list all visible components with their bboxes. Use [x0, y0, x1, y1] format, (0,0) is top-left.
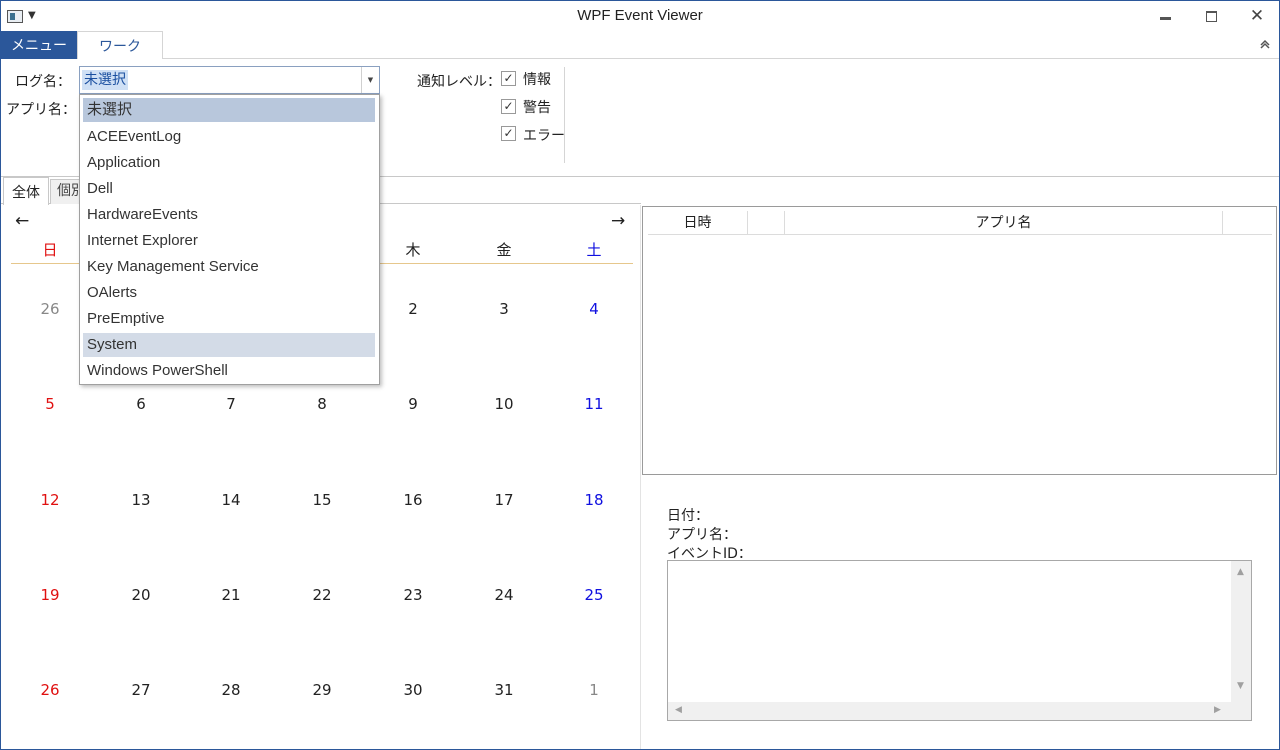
- dropdown-item[interactable]: Application: [83, 151, 375, 175]
- dropdown-item[interactable]: Windows PowerShell: [83, 359, 375, 383]
- calendar-day[interactable]: 15: [282, 491, 362, 509]
- weekday-fri: 金: [496, 241, 512, 259]
- calendar-day[interactable]: 25: [554, 586, 634, 604]
- chevron-down-icon[interactable]: ▼: [361, 67, 379, 93]
- calendar-day[interactable]: 3: [464, 300, 544, 318]
- calendar-day[interactable]: 16: [373, 491, 453, 509]
- dropdown-item[interactable]: 未選択: [83, 98, 375, 122]
- warning-checkbox[interactable]: ✓: [501, 99, 516, 114]
- warning-checkbox-label: 警告: [523, 100, 551, 116]
- calendar-day[interactable]: 28: [191, 681, 271, 699]
- calendar-day[interactable]: 7: [191, 395, 271, 413]
- calendar-day[interactable]: 26: [10, 300, 90, 318]
- calendar-day[interactable]: 12: [10, 491, 90, 509]
- dropdown-item[interactable]: OAlerts: [83, 281, 375, 305]
- calendar-day[interactable]: 13: [101, 491, 181, 509]
- tab-work[interactable]: ワーク: [77, 31, 163, 60]
- calendar-day[interactable]: 18: [554, 491, 634, 509]
- window-title: WPF Event Viewer: [577, 7, 703, 24]
- tab-all[interactable]: 全体: [3, 177, 49, 205]
- calendar-day[interactable]: 2: [373, 300, 453, 318]
- collapse-ribbon-icon[interactable]: [1259, 37, 1271, 49]
- dropdown-item[interactable]: HardwareEvents: [83, 203, 375, 227]
- calendar-day[interactable]: 24: [464, 586, 544, 604]
- maximize-button[interactable]: [1188, 1, 1234, 31]
- calendar-day[interactable]: 11: [554, 395, 634, 413]
- dropdown-item[interactable]: Key Management Service: [83, 255, 375, 279]
- calendar-day[interactable]: 31: [464, 681, 544, 699]
- notify-level-label: 通知レベル：: [417, 74, 501, 90]
- dropdown-item[interactable]: PreEmptive: [83, 307, 375, 331]
- column-header-level[interactable]: [748, 211, 785, 235]
- weekday-sat: 土: [586, 241, 602, 259]
- app-window: ▼ WPF Event Viewer ✕ メニュー ワーク ログ名： アプリ名：…: [0, 0, 1280, 750]
- scroll-down-icon[interactable]: ▼: [1237, 681, 1244, 691]
- calendar-day[interactable]: 19: [10, 586, 90, 604]
- info-checkbox[interactable]: ✓: [501, 71, 516, 86]
- calendar-day[interactable]: 22: [282, 586, 362, 604]
- calendar-day[interactable]: 1: [554, 681, 634, 699]
- log-name-combobox-value: 未選択: [82, 70, 128, 90]
- app-name-label: アプリ名：: [6, 102, 76, 118]
- dropdown-item[interactable]: Internet Explorer: [83, 229, 375, 253]
- calendar-day[interactable]: 4: [554, 300, 634, 318]
- log-name-dropdown-list[interactable]: 未選択 ACEEventLog Application Dell Hardwar…: [79, 94, 380, 385]
- scroll-right-icon[interactable]: ▶: [1214, 705, 1221, 715]
- detail-app-label: アプリ名：: [667, 527, 737, 543]
- minimize-icon: [1159, 16, 1171, 20]
- scroll-up-icon[interactable]: ▲: [1237, 567, 1244, 577]
- event-message-textbox[interactable]: ▲ ▼ ◀ ▶: [667, 560, 1252, 721]
- calendar-day[interactable]: 14: [191, 491, 271, 509]
- dropdown-item[interactable]: Dell: [83, 177, 375, 201]
- calendar-day[interactable]: 30: [373, 681, 453, 699]
- calendar-day[interactable]: 10: [464, 395, 544, 413]
- calendar-day[interactable]: 27: [101, 681, 181, 699]
- calendar-day[interactable]: 21: [191, 586, 271, 604]
- event-detail-pane: 日付： アプリ名： イベントID： ▲ ▼ ◀ ▶: [642, 481, 1277, 747]
- info-checkbox-label: 情報: [523, 72, 551, 88]
- log-name-label: ログ名：: [15, 74, 71, 90]
- column-header-extra[interactable]: [1223, 211, 1272, 235]
- calendar-day[interactable]: 9: [373, 395, 453, 413]
- column-header-app-name[interactable]: アプリ名: [785, 211, 1223, 235]
- weekday-sun: 日: [42, 241, 58, 259]
- ribbon-group-separator: [564, 67, 565, 163]
- vertical-scrollbar[interactable]: ▲ ▼: [1231, 561, 1251, 702]
- prev-month-button[interactable]: ←: [15, 211, 29, 231]
- calendar-day[interactable]: 5: [10, 395, 90, 413]
- column-header-datetime[interactable]: 日時: [648, 211, 748, 235]
- error-checkbox-label: エラー: [523, 128, 565, 144]
- event-list-grid[interactable]: 日時 アプリ名: [642, 206, 1277, 475]
- dropdown-item[interactable]: ACEEventLog: [83, 125, 375, 149]
- maximize-icon: [1205, 10, 1217, 22]
- close-button[interactable]: ✕: [1234, 1, 1280, 31]
- title-bar: ▼ WPF Event Viewer ✕: [1, 1, 1279, 31]
- weekday-thu: 木: [405, 241, 421, 259]
- calendar-day[interactable]: 29: [282, 681, 362, 699]
- next-month-button[interactable]: →: [611, 211, 625, 231]
- event-grid-header: 日時 アプリ名: [648, 211, 1272, 235]
- scrollbar-corner: [1231, 702, 1251, 720]
- calendar-day[interactable]: 6: [101, 395, 181, 413]
- detail-date-label: 日付：: [667, 508, 709, 524]
- calendar-day[interactable]: 20: [101, 586, 181, 604]
- horizontal-scrollbar[interactable]: ◀ ▶: [668, 702, 1231, 720]
- calendar-day[interactable]: 17: [464, 491, 544, 509]
- log-name-combobox[interactable]: 未選択 ▼: [79, 66, 380, 94]
- error-checkbox[interactable]: ✓: [501, 126, 516, 141]
- ribbon-tab-bar: メニュー ワーク: [1, 31, 1279, 60]
- close-icon: ✕: [1249, 5, 1265, 26]
- scroll-left-icon[interactable]: ◀: [675, 705, 682, 715]
- calendar-day[interactable]: 23: [373, 586, 453, 604]
- dropdown-item[interactable]: System: [83, 333, 375, 357]
- minimize-button[interactable]: [1142, 1, 1188, 31]
- calendar-day[interactable]: 8: [282, 395, 362, 413]
- menu-button[interactable]: メニュー: [1, 31, 77, 59]
- calendar-day[interactable]: 26: [10, 681, 90, 699]
